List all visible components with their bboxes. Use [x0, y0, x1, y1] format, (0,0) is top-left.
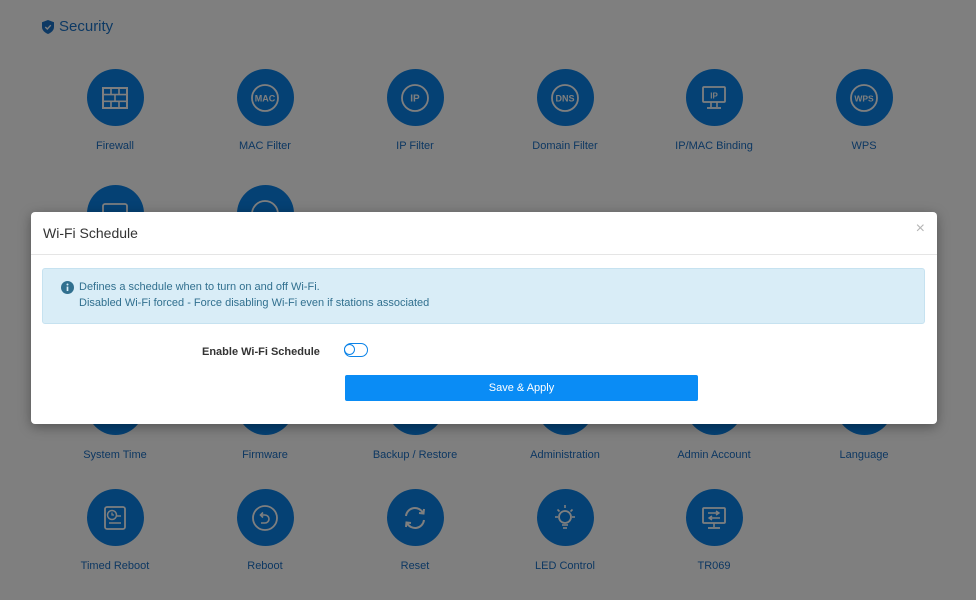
info-text-line: Defines a schedule when to turn on and o… [79, 281, 320, 293]
info-alert: Defines a schedule when to turn on and o… [42, 268, 925, 324]
close-icon[interactable]: × [916, 221, 925, 237]
modal-header: Wi-Fi Schedule × [31, 212, 937, 255]
info-text-line: Disabled Wi-Fi forced - Force disabling … [79, 297, 430, 309]
page: Security Firewall MAC MAC Filter [0, 0, 976, 600]
modal-title: Wi-Fi Schedule [43, 225, 138, 241]
enable-wifi-schedule-toggle[interactable] [344, 343, 368, 357]
enable-wifi-schedule-label: Enable Wi-Fi Schedule [202, 346, 320, 358]
save-apply-button[interactable]: Save & Apply [345, 375, 698, 401]
wifi-schedule-dialog: Wi-Fi Schedule × Defines a schedule when… [31, 212, 937, 424]
info-icon [61, 281, 74, 294]
toggle-knob [344, 343, 355, 355]
